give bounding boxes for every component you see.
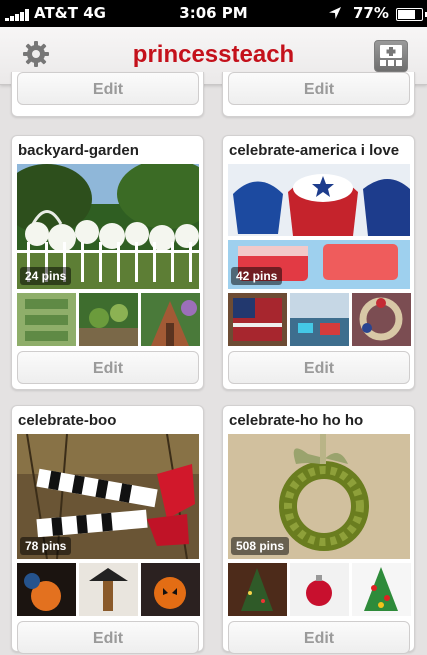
thumbnail[interactable] <box>352 293 411 346</box>
pin-count: 78 pins <box>20 537 72 555</box>
board-thumbnails <box>17 293 200 346</box>
board-card[interactable]: celebrate-america i love 42 pins Edit <box>222 135 415 390</box>
thumbnail[interactable] <box>228 293 287 346</box>
board-cover-image[interactable]: 42 pins <box>228 164 410 289</box>
board-thumbnails <box>17 563 200 616</box>
board-name: celebrate-ho ho ho <box>229 412 364 429</box>
thumbnail[interactable] <box>141 293 200 346</box>
pin-count: 42 pins <box>231 267 283 285</box>
battery-icon <box>396 8 427 21</box>
add-board-button[interactable] <box>374 40 408 72</box>
location-arrow-icon <box>329 7 341 19</box>
battery-percent: 77% <box>353 4 389 22</box>
edit-button[interactable]: Edit <box>228 72 410 105</box>
board-thumbnails <box>228 563 411 616</box>
board-cover-image[interactable]: 24 pins <box>17 164 199 289</box>
edit-button[interactable]: Edit <box>228 351 410 384</box>
board-cover-image[interactable]: 508 pins <box>228 434 410 559</box>
status-bar: AT&T 4G 3:06 PM 77% <box>0 0 427 27</box>
thumbnail[interactable] <box>352 563 411 616</box>
page-title: princessteach <box>132 41 295 68</box>
thumbnail[interactable] <box>17 563 76 616</box>
board-card[interactable]: backyard-garden 24 pins Edit <box>11 135 204 390</box>
board-thumbnails <box>228 293 411 346</box>
board-card-partial: Edit <box>11 72 204 117</box>
board-cover-image[interactable]: 78 pins <box>17 434 199 559</box>
thumbnail[interactable] <box>290 563 349 616</box>
add-board-icon <box>380 45 402 66</box>
thumbnail[interactable] <box>141 563 200 616</box>
thumbnail[interactable] <box>228 563 287 616</box>
board-name: celebrate-america i love <box>229 142 400 159</box>
thumbnail[interactable] <box>290 293 349 346</box>
thumbnail[interactable] <box>79 563 138 616</box>
edit-button[interactable]: Edit <box>17 621 199 654</box>
pin-count: 24 pins <box>20 267 72 285</box>
board-name: celebrate-boo <box>18 412 117 429</box>
board-card[interactable]: celebrate-ho ho ho 508 pins Edit <box>222 405 415 654</box>
pin-count: 508 pins <box>231 537 290 555</box>
thumbnail[interactable] <box>79 293 138 346</box>
board-name: backyard-garden <box>18 142 139 159</box>
edit-button[interactable]: Edit <box>228 621 410 654</box>
edit-button[interactable]: Edit <box>17 351 199 384</box>
board-card[interactable]: celebrate-boo 78 pins Edit <box>11 405 204 654</box>
edit-button[interactable]: Edit <box>17 72 199 105</box>
thumbnail[interactable] <box>17 293 76 346</box>
board-card-partial: Edit <box>222 72 415 117</box>
